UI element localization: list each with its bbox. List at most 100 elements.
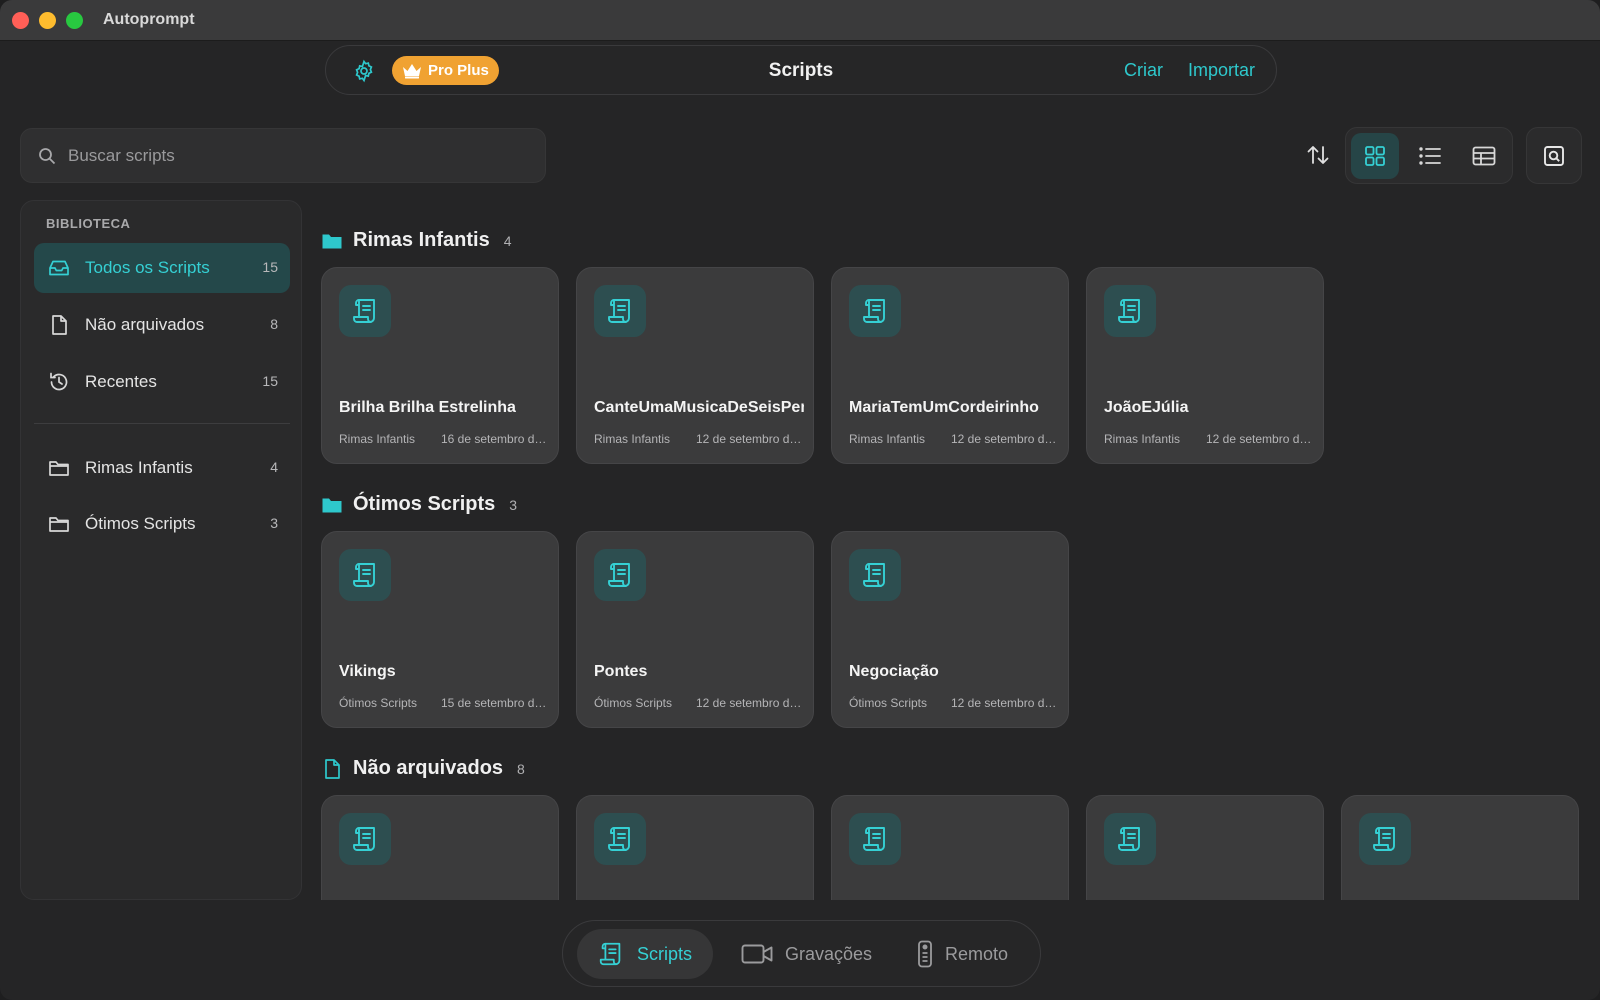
script-folder: Ótimos Scripts [339,696,418,710]
close-window-button[interactable] [12,11,29,29]
table-view-button[interactable] [1460,133,1508,179]
scroll-icon [863,299,885,323]
script-card[interactable]: JoãoEJúlia Rimas Infantis 12 de setembro… [1086,267,1324,464]
section-header-otimos-scripts: Ótimos Scripts 3 [321,493,517,516]
section-title: Ótimos Scripts [353,493,496,515]
script-icon-tile [339,285,391,337]
script-folder: Rimas Infantis [849,432,926,446]
script-date: 12 de setembro de 2024 [696,696,803,710]
scroll-icon [863,827,885,851]
tab-label: Remoto [945,943,1009,964]
sidebar-item-count: 3 [270,515,278,531]
sidebar-item-unfiled[interactable]: Não arquivados 8 [34,300,290,350]
folder-icon [49,461,69,476]
script-card[interactable]: CanteUmaMusicaDeSeisPence Rimas Infantis… [576,267,814,464]
script-folder: Ótimos Scripts [594,696,673,710]
title-bar: Autoprompt [0,0,1600,41]
script-card[interactable]: MariaTemUmCordeirinho Rimas Infantis 12 … [831,267,1069,464]
sidebar-item-label: Todos os Scripts [85,258,210,277]
script-icon-tile [339,813,391,865]
script-card[interactable]: Vikings Ótimos Scripts 15 de setembro de… [321,531,559,728]
document-icon [52,315,67,335]
tab-remote[interactable]: Remoto [917,929,1027,979]
sidebar-item-label: Ótimos Scripts [85,514,196,533]
scroll-icon [353,299,375,323]
tab-scripts[interactable]: Scripts [577,929,713,979]
script-icon-tile [849,285,901,337]
section-header-nao-arquivados: Não arquivados 8 [321,757,525,780]
script-title: MariaTemUmCordeirinho [849,399,1039,416]
scroll-icon [353,563,375,587]
scroll-icon [599,942,621,966]
badge-label: Pro Plus [428,62,489,79]
folder-filled-icon [322,234,342,248]
sort-arrows-icon [1307,146,1329,164]
script-card[interactable]: Brilha Brilha Estrelinha Rimas Infantis … [321,267,559,464]
script-card[interactable] [321,795,559,900]
script-title: Brilha Brilha Estrelinha [339,399,516,416]
script-icon-tile [594,285,646,337]
sidebar-heading: BIBLIOTECA [46,216,131,231]
sidebar-item-all-scripts[interactable]: Todos os Scripts 15 [34,243,290,293]
sidebar-folder-rimas-infantis[interactable]: Rimas Infantis 4 [34,443,290,493]
scroll-icon [608,827,630,851]
app-window: Autoprompt Pro Plus Scripts Criar Import… [0,0,1600,1000]
script-title: Negociação [849,663,939,680]
script-icon-tile [1359,813,1411,865]
remote-control-icon [918,940,932,968]
script-date: 15 de setembro de 2024 [441,696,548,710]
tab-recordings[interactable]: Gravações [739,929,879,979]
create-button[interactable]: Criar [1124,60,1163,81]
settings-button[interactable] [352,59,376,83]
script-card[interactable] [576,795,814,900]
preview-button[interactable] [1526,127,1582,184]
scroll-icon [863,563,885,587]
script-card[interactable]: Negociação Ótimos Scripts 12 de setembro… [831,531,1069,728]
script-card[interactable]: Pontes Ótimos Scripts 12 de setembro de … [576,531,814,728]
bottom-tab-bar: Scripts Gravações Remoto [562,920,1041,987]
script-icon-tile [849,549,901,601]
search-input[interactable] [68,145,508,166]
sidebar: BIBLIOTECA Todos os Scripts 15 Não arqui… [20,200,302,900]
scroll-icon [1373,827,1395,851]
sidebar-divider [34,423,290,424]
script-card[interactable] [831,795,1069,900]
sidebar-item-recent[interactable]: Recentes 15 [34,357,290,407]
scroll-icon [353,827,375,851]
grid-view-button[interactable] [1351,133,1399,179]
table-icon [1472,146,1496,166]
script-date: 12 de setembro de 2024 [1206,432,1313,446]
script-date: 16 de setembro de 2024 [441,432,548,446]
section-count: 8 [517,760,525,777]
list-view-button[interactable] [1406,133,1454,179]
scroll-icon [1118,827,1140,851]
zoom-window-button[interactable] [66,11,83,29]
section-count: 4 [503,232,512,249]
window-controls [12,11,83,29]
script-card[interactable] [1341,795,1579,900]
search-icon [39,147,56,164]
minimize-window-button[interactable] [39,11,56,29]
scroll-icon [608,299,630,323]
sidebar-folder-otimos-scripts[interactable]: Ótimos Scripts 3 [34,499,290,549]
folder-filled-icon [322,498,342,512]
script-date: 12 de setembro de 2024 [951,696,1058,710]
document-icon [325,758,340,779]
script-card[interactable] [1086,795,1324,900]
script-icon-tile [594,813,646,865]
script-title: Pontes [594,663,648,680]
scroll-icon [1118,299,1140,323]
section-title: Não arquivados [353,757,504,779]
section-count: 3 [509,496,518,513]
sort-button[interactable] [1305,142,1331,168]
sidebar-item-count: 4 [270,459,278,475]
section-header-rimas-infantis: Rimas Infantis 4 [321,229,512,252]
app-title: Autoprompt [103,11,195,28]
pro-plus-badge[interactable]: Pro Plus [392,56,499,85]
grid-icon [1365,146,1385,166]
tab-label: Scripts [637,943,693,964]
search-bar [20,128,546,183]
script-icon-tile [1104,813,1156,865]
import-button[interactable]: Importar [1188,60,1255,81]
top-toolbar: Pro Plus Scripts Criar Importar [325,45,1277,95]
